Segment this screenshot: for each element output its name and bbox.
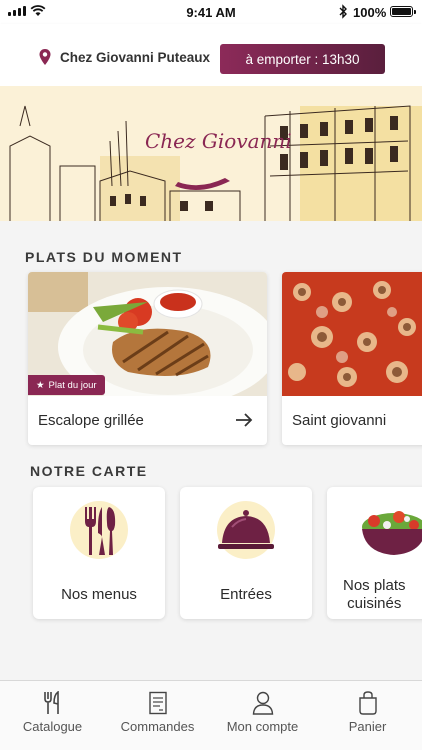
receipt-icon bbox=[148, 691, 167, 715]
category-label: Nos menus bbox=[61, 586, 137, 603]
fork-knife-icon bbox=[43, 691, 59, 714]
plat-du-jour-badge: ★ Plat du jour bbox=[28, 375, 105, 395]
section-title-carte: NOTRE CARTE bbox=[30, 463, 148, 479]
cloche-icon bbox=[217, 501, 275, 559]
dish-name: Saint giovanni bbox=[292, 412, 387, 429]
dish-name: Escalope grillée bbox=[38, 412, 144, 429]
section-title-plats: PLATS DU MOMENT bbox=[25, 249, 183, 265]
status-bar: 9:41 AM 100% bbox=[0, 0, 422, 24]
arrow-right-icon[interactable] bbox=[235, 412, 253, 428]
bag-icon bbox=[358, 691, 377, 715]
tab-label: Catalogue bbox=[22, 719, 83, 734]
restaurant-banner: Chez Giovanni bbox=[0, 86, 422, 221]
takeaway-time-button[interactable]: à emporter : 13h30 bbox=[220, 44, 385, 74]
dish-card-escalope[interactable]: ★ Plat du jour Escalope grillée bbox=[28, 272, 267, 445]
bottom-tab-bar: Catalogue Commandes Mon compte Panier bbox=[0, 680, 422, 750]
salad-bowl-icon bbox=[362, 511, 422, 555]
tab-label: Panier bbox=[348, 719, 387, 734]
category-label: Entrées bbox=[220, 586, 272, 603]
tab-commandes[interactable]: Commandes bbox=[105, 681, 210, 750]
bluetooth-icon bbox=[339, 4, 347, 19]
location-pin-icon bbox=[39, 49, 51, 65]
battery-icon bbox=[390, 6, 416, 17]
pizza-photo bbox=[282, 272, 422, 396]
user-icon bbox=[252, 691, 273, 715]
cutlery-icon bbox=[70, 501, 128, 559]
tab-label: Mon compte bbox=[226, 719, 299, 734]
restaurant-selector[interactable]: Chez Giovanni Puteaux bbox=[38, 48, 210, 66]
top-header: Chez Giovanni Puteaux à emporter : 13h30 bbox=[0, 24, 422, 86]
category-card-menus[interactable]: Nos menus bbox=[33, 487, 165, 619]
category-card-plats-cuisines[interactable]: Nos plats cuisinés bbox=[327, 487, 422, 619]
category-label: Nos plats cuisinés bbox=[343, 577, 406, 612]
tab-catalogue[interactable]: Catalogue bbox=[0, 681, 105, 750]
banner-logo-text: Chez Giovanni bbox=[145, 129, 292, 153]
category-card-entrees[interactable]: Entrées bbox=[180, 487, 312, 619]
venice-sketch-illustration: Chez Giovanni bbox=[9, 105, 422, 221]
restaurant-name: Chez Giovanni Puteaux bbox=[60, 49, 211, 65]
star-icon: ★ bbox=[36, 379, 45, 391]
tab-panier[interactable]: Panier bbox=[315, 681, 420, 750]
tab-mon-compte[interactable]: Mon compte bbox=[210, 681, 315, 750]
battery-percent: 100% bbox=[353, 5, 387, 20]
tab-label: Commandes bbox=[120, 719, 195, 734]
dish-card-saint-giovanni[interactable]: Saint giovanni bbox=[282, 272, 422, 445]
